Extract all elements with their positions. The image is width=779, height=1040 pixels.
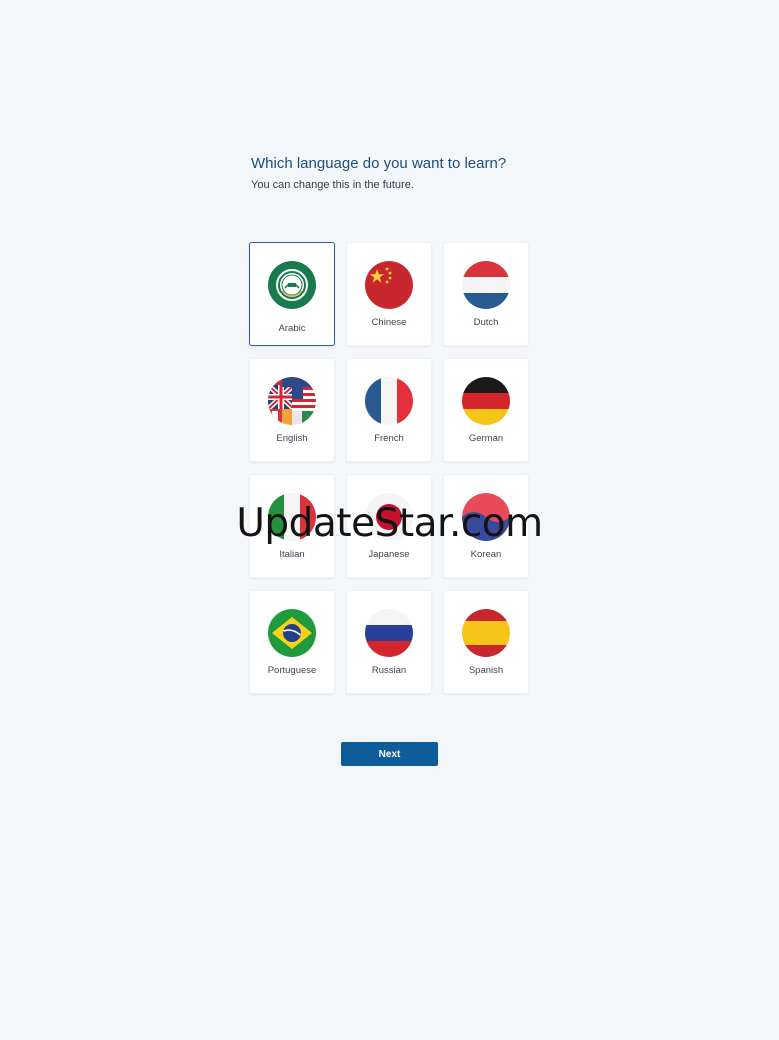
header: Which language do you want to learn? You…: [251, 154, 551, 192]
japan-flag-icon: [365, 493, 413, 541]
language-card-arabic[interactable]: Arabic: [249, 242, 335, 346]
language-label: Arabic: [278, 323, 306, 334]
arab-league-flag-icon: [268, 261, 316, 309]
language-card-russian[interactable]: Russian: [346, 590, 432, 694]
france-flag-icon: [365, 377, 413, 425]
english-flags-collage-icon: [268, 377, 316, 425]
language-label: French: [374, 433, 404, 444]
language-card-dutch[interactable]: Dutch: [443, 242, 529, 346]
page-subtitle: You can change this in the future.: [251, 179, 414, 191]
language-card-german[interactable]: German: [443, 358, 529, 462]
language-label: Korean: [470, 549, 502, 560]
spain-flag-icon: [462, 609, 510, 657]
china-flag-icon: [365, 261, 413, 309]
italy-flag-icon: [268, 493, 316, 541]
language-label: Dutch: [473, 317, 499, 328]
netherlands-flag-icon: [462, 261, 510, 309]
page-title: Which language do you want to learn?: [251, 155, 507, 172]
language-card-korean[interactable]: Korean: [443, 474, 529, 578]
language-selection-screen: Which language do you want to learn? You…: [0, 0, 779, 1040]
language-card-japanese[interactable]: Japanese: [346, 474, 432, 578]
language-card-chinese[interactable]: Chinese: [346, 242, 432, 346]
language-grid: Arabic Chinese Dutch English French Germ…: [249, 242, 530, 694]
russia-flag-icon: [365, 609, 413, 657]
language-label: English: [276, 433, 308, 444]
germany-flag-icon: [462, 377, 510, 425]
language-card-english[interactable]: English: [249, 358, 335, 462]
language-card-italian[interactable]: Italian: [249, 474, 335, 578]
korea-flag-icon: [462, 493, 510, 541]
language-label: Spanish: [468, 665, 504, 676]
language-label: Chinese: [371, 317, 407, 328]
language-label: Japanese: [368, 549, 410, 560]
language-label: Russian: [371, 665, 407, 676]
language-label: Portuguese: [267, 665, 317, 676]
language-label: Italian: [279, 549, 305, 560]
language-card-french[interactable]: French: [346, 358, 432, 462]
brazil-flag-icon: [268, 609, 316, 657]
language-card-spanish[interactable]: Spanish: [443, 590, 529, 694]
next-button[interactable]: Next: [341, 742, 438, 766]
language-label: German: [468, 433, 504, 444]
language-card-portuguese[interactable]: Portuguese: [249, 590, 335, 694]
